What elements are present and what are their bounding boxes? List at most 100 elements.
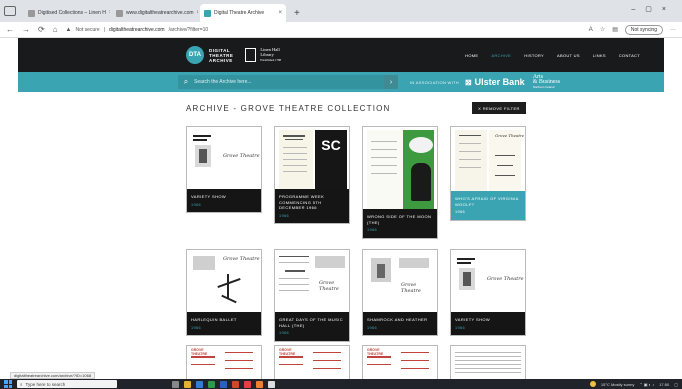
card-thumbnail: GROVE THEATRE bbox=[275, 346, 349, 379]
archive-card[interactable]: Grove Theatre GREAT DAYS OF THE MUSIC HA… bbox=[274, 249, 350, 342]
search-input[interactable] bbox=[194, 75, 384, 89]
chrome-icon[interactable] bbox=[268, 380, 275, 388]
address-bar: ← → ⟳ ⌂ ▲ Not secure | digitaltheatrearc… bbox=[0, 22, 682, 38]
card-thumbnail bbox=[451, 346, 525, 379]
card-caption: HARLEQUIN BALLET 1966 bbox=[187, 312, 261, 335]
tab-close-icon[interactable]: × bbox=[197, 10, 198, 16]
more-icon[interactable]: ··· bbox=[670, 27, 676, 33]
card-thumbnail: GROVE THEATRE bbox=[363, 346, 437, 379]
search-icon: ⌕ bbox=[20, 381, 23, 387]
favorite-icon[interactable]: ☆ bbox=[600, 26, 605, 33]
linen-hall-logo[interactable]: Linen Hall Library Established 1788 bbox=[245, 47, 281, 64]
warning-icon: ▲ bbox=[65, 26, 72, 33]
card-caption: GREAT DAYS OF THE MUSIC HALL (THE) 1966 bbox=[275, 312, 349, 341]
taskbar-apps bbox=[172, 380, 275, 388]
app-icon[interactable] bbox=[244, 380, 251, 388]
archive-card[interactable]: Grove Theatre HARLEQUIN BALLET 1966 bbox=[186, 249, 262, 336]
archive-card[interactable]: Grove Theatre SHAMROCK AND HEATHER 1966 bbox=[362, 249, 438, 336]
notification-icon[interactable]: ▢ bbox=[674, 382, 678, 387]
archive-card[interactable] bbox=[450, 345, 526, 379]
search-box: ⌕ › bbox=[178, 75, 398, 89]
archive-card[interactable]: Grove Theatre VARIETY SHOW 1966 bbox=[186, 126, 262, 213]
system-tray: 15°C Mostly sunny ⌃ ▣ ◐ ♪ 17:50 ▢ bbox=[589, 381, 678, 387]
favicon-icon bbox=[28, 9, 35, 17]
archive-card[interactable]: GROVE THEATRE bbox=[186, 345, 262, 379]
excel-icon[interactable] bbox=[208, 380, 215, 388]
edge-icon[interactable] bbox=[196, 380, 203, 388]
main-nav: HOME ARCHIVE HISTORY ABOUT US LINKS CONT… bbox=[465, 53, 640, 58]
tab-close-icon[interactable]: × bbox=[109, 10, 110, 16]
card-caption: VARIETY SHOW 1966 bbox=[451, 312, 525, 335]
search-icon: ⌕ bbox=[183, 77, 189, 86]
card-thumbnail: SC bbox=[275, 127, 349, 189]
card-thumbnail: Grove Theatre bbox=[187, 250, 261, 312]
dta-logo[interactable]: DTA bbox=[186, 46, 204, 64]
card-thumbnail: GROVE THEATRE bbox=[187, 346, 261, 379]
browser-toolbar-right: A ☆ ▤ Not syncing ··· bbox=[589, 24, 676, 35]
archive-card[interactable]: WRONG SIDE OF THE MOON (THE) 1966 bbox=[362, 126, 438, 239]
browser-tab[interactable]: www.digitaltheatrearchive.com × bbox=[112, 4, 198, 22]
remove-filter-button[interactable]: X REMOVE FILTER bbox=[472, 102, 526, 114]
powerpoint-icon[interactable] bbox=[232, 380, 239, 388]
ulster-bank-icon: ⊠ bbox=[464, 77, 472, 87]
page-title: ARCHIVE - GROVE THEATRE COLLECTION bbox=[186, 104, 391, 113]
archive-card[interactable]: Grove Theatre VARIETY SHOW 1966 bbox=[450, 249, 526, 336]
collections-icon[interactable]: ▤ bbox=[612, 26, 618, 33]
file-explorer-icon[interactable] bbox=[184, 380, 191, 388]
window-controls[interactable]: –▢× bbox=[631, 5, 676, 13]
card-thumbnail: Grove Theatre bbox=[451, 250, 525, 312]
back-icon[interactable]: ← bbox=[6, 25, 14, 34]
arts-business-logo[interactable]: Arts & Business Northern Ireland bbox=[533, 74, 561, 90]
card-thumbnail bbox=[363, 127, 437, 209]
nav-archive[interactable]: ARCHIVE bbox=[491, 53, 511, 58]
home-icon[interactable]: ⌂ bbox=[53, 25, 58, 34]
refresh-icon[interactable]: ⟳ bbox=[38, 25, 45, 34]
taskbar: ⌕ Type here to search 15°C Mostly sunny … bbox=[0, 379, 682, 389]
read-aloud-icon[interactable]: A bbox=[589, 27, 593, 33]
profile-sync-button[interactable]: Not syncing bbox=[624, 24, 663, 35]
favicon-icon bbox=[116, 9, 123, 17]
card-caption: SHAMROCK AND HEATHER 1966 bbox=[363, 312, 437, 335]
card-caption: WRONG SIDE OF THE MOON (THE) 1966 bbox=[363, 209, 437, 238]
browser-tab[interactable]: Digitised Collections – Linen H × bbox=[24, 4, 110, 22]
tab-close-icon[interactable]: × bbox=[278, 10, 282, 16]
card-thumbnail: Grove Theatre bbox=[363, 250, 437, 312]
weather-icon bbox=[589, 381, 596, 387]
browser-tab-strip: menu Digitised Collections – Linen H × w… bbox=[0, 0, 682, 22]
new-tab-button[interactable]: + bbox=[288, 8, 306, 22]
card-thumbnail: Grove Theatre bbox=[451, 127, 525, 191]
logo-text: DIGITAL THEATRE ARCHIVE bbox=[209, 47, 234, 63]
archive-card[interactable]: GROVE THEATRE bbox=[274, 345, 350, 379]
ulster-bank-logo[interactable]: ⊠ Ulster Bank bbox=[465, 77, 525, 87]
linen-hall-icon bbox=[245, 48, 257, 62]
archive-card[interactable]: GROVE THEATRE bbox=[362, 345, 438, 379]
association-label: IN ASSOCIATION WITH bbox=[410, 79, 459, 85]
favicon-icon bbox=[204, 9, 211, 17]
nav-home[interactable]: HOME bbox=[465, 53, 478, 58]
card-caption: WHO'S AFRAID OF VIRGINIA WOOLF? 1966 bbox=[451, 191, 525, 220]
clock[interactable]: 17:50 bbox=[659, 382, 669, 387]
archive-card[interactable]: SC PROGRAMME WEEK COMMENCING 5TH DECEMBE… bbox=[274, 126, 350, 224]
search-submit-button[interactable]: › bbox=[384, 75, 398, 89]
nav-history[interactable]: HISTORY bbox=[524, 53, 544, 58]
browser-tab-active[interactable]: Digital Theatre Archive × bbox=[200, 4, 286, 22]
task-view-icon[interactable] bbox=[172, 380, 179, 388]
url-field[interactable]: ▲ Not secure | digitaltheatrearchive.com… bbox=[66, 27, 581, 33]
nav-about-us[interactable]: ABOUT US bbox=[557, 53, 580, 58]
card-thumbnail: Grove Theatre bbox=[187, 127, 261, 189]
status-url: digitaltheatrearchive.com/archive/?ID=10… bbox=[10, 372, 96, 379]
forward-icon[interactable]: → bbox=[22, 25, 30, 34]
card-caption: PROGRAMME WEEK COMMENCING 5TH DECEMBER 1… bbox=[275, 189, 349, 223]
window-menu-icon[interactable]: menu bbox=[4, 6, 16, 16]
search-band: ⌕ › IN ASSOCIATION WITH ⊠ Ulster Bank Ar… bbox=[18, 72, 664, 92]
nav-contact[interactable]: CONTACT bbox=[619, 53, 640, 58]
card-thumbnail: Grove Theatre bbox=[275, 250, 349, 312]
word-icon[interactable] bbox=[220, 380, 227, 388]
taskbar-search[interactable]: ⌕ Type here to search bbox=[17, 380, 117, 388]
tray-icons[interactable]: ⌃ ▣ ◐ ♪ bbox=[639, 382, 654, 387]
app-icon[interactable] bbox=[256, 380, 263, 388]
archive-card[interactable]: Grove Theatre WHO'S AFRAID OF VIRGINIA W… bbox=[450, 126, 526, 221]
site-header: DTA DIGITAL THEATRE ARCHIVE Linen Hall L… bbox=[18, 38, 664, 72]
windows-start-icon[interactable] bbox=[4, 380, 12, 388]
nav-links[interactable]: LINKS bbox=[593, 53, 606, 58]
